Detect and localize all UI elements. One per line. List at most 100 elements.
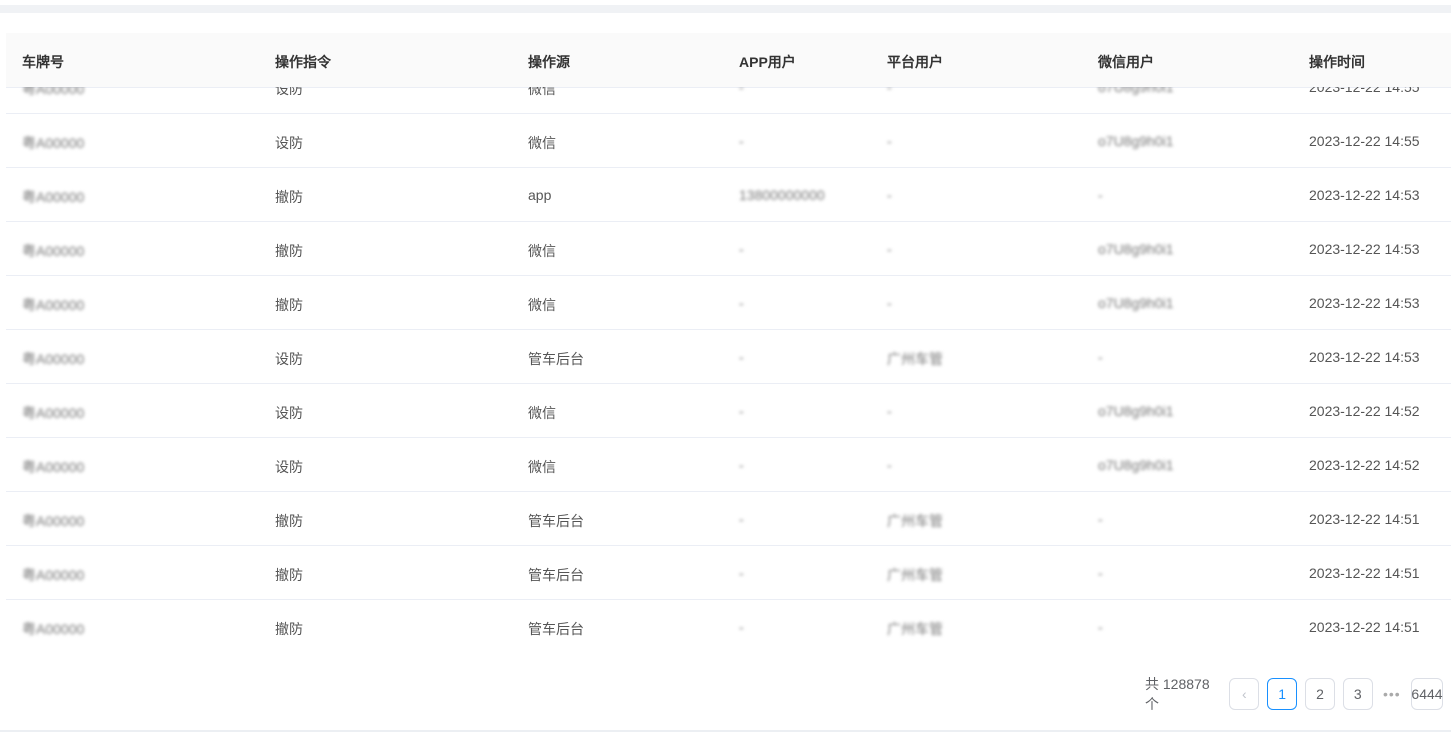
table-body[interactable]: 粤A00000 设防 微信 - - o7U8g9h0i1 2023-12-22 14:55 粤… [6,87,1451,653]
more-pages-icon[interactable]: ••• [1381,686,1403,702]
cell-source: app [528,187,552,203]
cell-platform-user: 广州车管 [887,351,943,367]
cell-plate: 粤A00000 [22,87,85,97]
table-rows: 粤A00000 设防 微信 - - o7U8g9h0i1 2023-12-22 14:55 粤… [6,87,1451,653]
cell-time: 2023-12-22 14:52 [1309,457,1420,473]
table-row[interactable]: 粤A00000 撤防 管车后台 - 广州车管 - 2023-12-22 14:51 [6,546,1451,600]
cell-wechat-user: o7U8g9h0i1 [1098,457,1174,473]
cell-command: 撤防 [275,621,303,637]
cell-app-user: - [739,349,744,365]
cell-app-user: - [739,565,744,581]
column-header-command[interactable]: 操作指令 [275,52,331,72]
cell-app-user: - [739,295,744,311]
cell-wechat-user: - [1098,349,1103,365]
cell-app-user: - [739,133,744,149]
cell-source: 管车后台 [528,567,584,583]
pagination: 共 128878 个 ‹ 1 2 3 ••• 6444 [1145,676,1451,712]
page-button-2[interactable]: 2 [1305,678,1335,710]
cell-time: 2023-12-22 14:51 [1309,565,1420,581]
table-row[interactable]: 粤A00000 设防 微信 - - o7U8g9h0i1 2023-12-22 14:52 [6,438,1451,492]
cell-source: 微信 [528,297,556,313]
cell-platform-user: - [887,457,892,473]
table-row[interactable]: 粤A00000 撤防 app 13800000000 - - 2023-12-22 14:5… [6,168,1451,222]
last-page-button[interactable]: 6444 [1410,678,1443,710]
cell-plate: 粤A00000 [22,351,85,367]
cell-source: 管车后台 [528,621,584,637]
cell-wechat-user: o7U8g9h0i1 [1098,241,1174,257]
cell-plate: 粤A00000 [22,621,85,637]
table-row[interactable]: 粤A00000 撤防 管车后台 - 广州车管 - 2023-12-22 14:51 [6,600,1451,653]
cell-command: 设防 [275,87,303,97]
cell-time: 2023-12-22 14:55 [1309,87,1420,95]
cell-wechat-user: - [1098,619,1103,635]
page-button-3[interactable]: 3 [1342,678,1373,710]
table-row[interactable]: 粤A00000 设防 管车后台 - 广州车管 - 2023-12-22 14:53 [6,330,1451,384]
column-header-platform-user[interactable]: 平台用户 [887,52,943,72]
cell-platform-user: - [887,403,892,419]
cell-plate: 粤A00000 [22,135,85,151]
cell-app-user: - [739,241,744,257]
cell-platform-user: 广州车管 [887,621,943,637]
cell-source: 微信 [528,87,556,97]
cell-platform-user: - [887,87,892,95]
total-count: 共 128878 个 [1145,676,1210,712]
column-header-plate[interactable]: 车牌号 [22,52,64,72]
cell-time: 2023-12-22 14:53 [1309,295,1420,311]
operation-log-table: 车牌号 操作指令 操作源 APP用户 平台用户 微信用户 操作时间 粤A0000… [6,33,1451,653]
table-row[interactable]: 粤A00000 撤防 管车后台 - 广州车管 - 2023-12-22 14:51 [6,492,1451,546]
table-row[interactable]: 粤A00000 撤防 微信 - - o7U8g9h0i1 2023-12-22 14:53 [6,222,1451,276]
cell-app-user: - [739,511,744,527]
cell-command: 撤防 [275,189,303,205]
cell-plate: 粤A00000 [22,459,85,475]
cell-plate: 粤A00000 [22,189,85,205]
cell-command: 设防 [275,459,303,475]
cell-wechat-user: o7U8g9h0i1 [1098,87,1174,95]
cell-source: 微信 [528,459,556,475]
prev-page-button[interactable]: ‹ [1229,678,1260,710]
cell-time: 2023-12-22 14:51 [1309,619,1420,635]
cell-source: 管车后台 [528,513,584,529]
cell-command: 设防 [275,351,303,367]
table-row[interactable]: 粤A00000 撤防 微信 - - o7U8g9h0i1 2023-12-22 14:53 [6,276,1451,330]
cell-platform-user: - [887,187,892,203]
cell-time: 2023-12-22 14:55 [1309,133,1420,149]
cell-plate: 粤A00000 [22,243,85,259]
cell-app-user: - [739,619,744,635]
page-button-1[interactable]: 1 [1267,678,1298,710]
table-row[interactable]: 粤A00000 设防 微信 - - o7U8g9h0i1 2023-12-22 14:55 [6,87,1451,114]
cell-wechat-user: o7U8g9h0i1 [1098,403,1174,419]
table-header: 车牌号 操作指令 操作源 APP用户 平台用户 微信用户 操作时间 [6,33,1451,88]
table-row[interactable]: 粤A00000 设防 微信 - - o7U8g9h0i1 2023-12-22 14:55 [6,114,1451,168]
cell-command: 撤防 [275,513,303,529]
cell-wechat-user: o7U8g9h0i1 [1098,133,1174,149]
cell-platform-user: 广州车管 [887,567,943,583]
cell-command: 撤防 [275,243,303,259]
cell-command: 设防 [275,135,303,151]
column-header-wechat-user[interactable]: 微信用户 [1098,52,1154,72]
cell-source: 微信 [528,405,556,421]
cell-source: 管车后台 [528,351,584,367]
chevron-left-icon: ‹ [1242,686,1247,702]
cell-source: 微信 [528,243,556,259]
table-row[interactable]: 粤A00000 设防 微信 - - o7U8g9h0i1 2023-12-22 14:52 [6,384,1451,438]
cell-time: 2023-12-22 14:53 [1309,187,1420,203]
cell-wechat-user: - [1098,565,1103,581]
cell-app-user: - [739,403,744,419]
cell-command: 撤防 [275,297,303,313]
cell-wechat-user: - [1098,511,1103,527]
cell-platform-user: - [887,295,892,311]
cell-plate: 粤A00000 [22,513,85,529]
cell-plate: 粤A00000 [22,297,85,313]
column-header-time[interactable]: 操作时间 [1309,52,1365,72]
column-header-app-user[interactable]: APP用户 [739,52,796,72]
cell-wechat-user: o7U8g9h0i1 [1098,295,1174,311]
cell-plate: 粤A00000 [22,567,85,583]
cell-platform-user: - [887,241,892,257]
column-header-source[interactable]: 操作源 [528,52,570,72]
cell-platform-user: 广州车管 [887,513,943,529]
cell-command: 撤防 [275,567,303,583]
cell-app-user: 13800000000 [739,187,825,203]
cell-app-user: - [739,87,744,95]
cell-source: 微信 [528,135,556,151]
cell-time: 2023-12-22 14:51 [1309,511,1420,527]
